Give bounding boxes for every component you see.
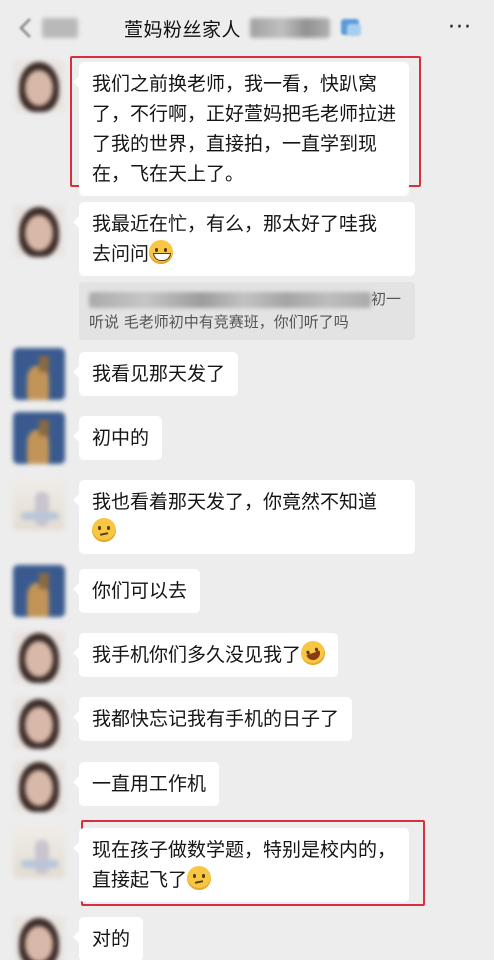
message-text: 初中的 — [92, 427, 150, 449]
message-bubble[interactable]: 我手机你们多久没见我了 — [72, 633, 339, 677]
message-text: 我们之前换老师，我一看，快趴窝了，不行啊，正好萱妈把毛老师拉进了我的世界，直接拍… — [92, 73, 397, 185]
rolling-laughing-emoji-icon — [297, 637, 329, 669]
quote-text-tail: 初一 — [371, 290, 402, 308]
thinking-emoji-icon — [187, 866, 212, 890]
message-text-line: 去问问 — [92, 243, 150, 265]
avatar[interactable] — [13, 826, 65, 878]
avatar[interactable] — [13, 348, 65, 400]
avatar[interactable] — [13, 916, 65, 960]
avatar[interactable] — [13, 760, 65, 812]
message-bubble[interactable]: 一直用工作机 — [72, 762, 220, 806]
quote-text-line: 听说 毛老师初中有竞赛班，你们听了吗 — [89, 313, 349, 331]
quoted-message[interactable]: 初一 听说 毛老师初中有竞赛班，你们听了吗 — [79, 282, 415, 340]
message-text: 一直用工作机 — [92, 773, 207, 795]
avatar[interactable] — [13, 478, 65, 530]
thinking-emoji-icon — [92, 518, 116, 542]
chat-header: 萱妈粉丝家人 ··· — [0, 0, 494, 56]
grinning-emoji-icon — [149, 240, 174, 264]
back-arrow-icon[interactable] — [14, 16, 38, 40]
avatar[interactable] — [13, 631, 65, 683]
avatar[interactable] — [13, 412, 65, 464]
group-icon — [341, 19, 361, 36]
avatar[interactable] — [13, 565, 65, 617]
message-bubble[interactable]: 我都快忘记我有手机的日子了 — [72, 697, 353, 741]
message-text: 你们可以去 — [92, 580, 188, 602]
member-count-redacted — [250, 18, 330, 38]
more-options-icon[interactable]: ··· — [448, 17, 472, 39]
message-bubble[interactable]: 初中的 — [72, 416, 163, 460]
message-bubble[interactable]: 我最近在忙，有么，那太好了哇我 去问问 — [73, 202, 415, 276]
avatar[interactable] — [13, 697, 65, 749]
message-text: 对的 — [92, 928, 131, 950]
avatar[interactable] — [13, 205, 65, 257]
message-text-line: 我最近在忙，有么，那太好了哇我 — [92, 213, 378, 235]
message-bubble[interactable]: 我们之前换老师，我一看，快趴窝了，不行啊，正好萱妈把毛老师拉进了我的世界，直接拍… — [73, 62, 409, 196]
message-bubble[interactable]: 现在孩子做数学题，特别是校内的， 直接起飞了 — [73, 828, 409, 902]
chat-title: 萱妈粉丝家人 — [124, 19, 242, 41]
message-bubble[interactable]: 你们可以去 — [72, 569, 201, 613]
message-text-line: 直接起飞了 — [92, 869, 188, 891]
message-text: 我手机你们多久没见我了 — [92, 644, 302, 666]
message-text-line: 现在孩子做数学题，特别是校内的， — [92, 839, 397, 861]
quote-redacted-text — [89, 291, 371, 308]
message-text: 我都快忘记我有手机的日子了 — [92, 708, 340, 730]
message-bubble[interactable]: 我也看着那天发了，你竟然不知道 — [73, 480, 415, 554]
message-bubble[interactable]: 我看见那天发了 — [72, 352, 239, 396]
message-text: 我看见那天发了 — [92, 363, 226, 385]
message-text-line: 我也看着那天发了，你竟然不知道 — [92, 491, 378, 513]
message-bubble[interactable]: 对的 — [72, 917, 144, 960]
avatar[interactable] — [13, 60, 65, 112]
unread-count-badge[interactable] — [42, 18, 78, 38]
